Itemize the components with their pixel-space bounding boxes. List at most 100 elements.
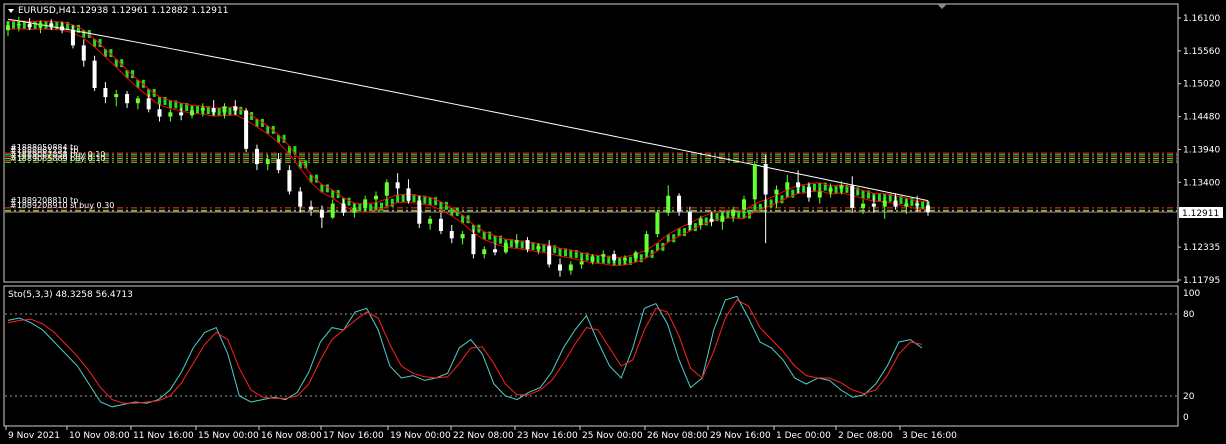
candle-body [850,185,855,208]
candle-body [579,261,584,265]
candle-body [146,98,151,110]
time-tick-label: 26 Nov 08:00 [647,431,708,441]
candle-body [525,240,530,250]
candle-body [254,148,259,165]
candle-body [374,195,378,200]
candle-body [698,218,703,225]
candle-body [742,199,746,210]
current-price-label: 1.12911 [1182,209,1219,219]
candle-body [125,94,130,104]
candle-body [503,243,508,253]
level-100-label: 100 [1183,289,1200,299]
time-tick-label: 3 Dec 16:00 [902,431,957,441]
candle-body [211,108,216,113]
time-tick-label: 10 Nov 08:00 [69,431,130,441]
candle-body [135,98,140,104]
candle-body [449,231,454,239]
candle-body [926,205,930,213]
time-tick-label: 17 Nov 16:00 [323,431,384,441]
level-20-label: 20 [1183,392,1195,402]
time-tick-label: 23 Nov 16:00 [517,431,578,441]
candle-body [222,106,227,113]
mt4-chart[interactable]: EURUSD,H4 1.12938 1.12961 1.12882 1.1291… [0,0,1226,444]
time-tick-label: 19 Nov 00:00 [390,431,451,441]
candle-body [460,234,465,239]
price-tick-label: 1.15560 [1183,47,1220,57]
candle-body [265,159,270,165]
candle-body [514,240,519,244]
level-80-label: 80 [1183,310,1195,320]
candle-body [568,264,573,271]
price-tick-label: 1.13400 [1183,178,1220,188]
candle-body [395,182,400,189]
candle-body [882,200,887,207]
price-tick-label: 1.16100 [1183,14,1220,24]
candle-body [363,199,368,208]
candle-body [915,203,920,206]
candle-body [16,24,21,26]
candle-body [558,264,562,271]
candle-body [60,26,65,31]
candle-body [319,209,324,218]
time-tick-label: 22 Nov 08:00 [453,431,514,441]
candle-body [330,203,335,218]
candle-body [157,109,162,117]
candle-body [752,164,757,200]
candle-body [536,246,541,250]
candle-body [633,252,638,259]
candle-body [92,60,97,88]
price-tick-label: 1.14480 [1183,113,1220,123]
candle-body [677,195,682,212]
candle-body [709,218,714,222]
time-tick-label: 29 Nov 16:00 [710,431,771,441]
time-tick-label: 11 Nov 16:00 [133,431,194,441]
candle-body [612,254,617,261]
candle-body [428,218,433,224]
candle-body [287,170,292,192]
symbol-label: EURUSD,H4 [18,6,71,16]
candle-body [406,188,411,201]
candle-body [114,94,119,98]
candle-body [493,249,498,253]
stochastic-pane[interactable] [3,285,1179,427]
candle-body [839,185,844,189]
price-pane[interactable] [3,3,1179,283]
time-tick-label: 1 Dec 00:00 [776,431,831,441]
candle-body [103,87,108,98]
candle-body [893,200,898,207]
candle-body [352,207,357,213]
ohlc-values: 1.12938 1.12961 1.12882 1.12911 [71,6,228,16]
candle-body [233,106,238,111]
candle-body [547,246,552,265]
candle-body [70,30,75,46]
candle-body [731,209,736,216]
candle-body [796,182,801,188]
price-tick-label: 1.12335 [1183,243,1220,253]
candle-body [482,249,487,255]
candle-body [871,203,876,207]
candle-body [298,191,303,207]
price-tick-label: 1.11795 [1183,276,1220,286]
candle-body [200,108,205,111]
candle-body [49,23,54,27]
order-tag-lower-2: #1889208910 sl buy 0.30 [10,201,114,210]
candle-body [6,25,10,31]
candle-body [471,234,476,255]
candle-body [687,211,692,225]
time-axis[interactable]: 9 Nov 2021 10 Nov 08:00 11 Nov 16:00 15 Nov… [5,426,957,441]
candle-body [38,23,43,28]
level-0-label: 0 [1183,413,1189,423]
stochastic-label: Sto(5,3,3) 48.3258 56.4713 [8,290,133,300]
candle-body [622,258,627,261]
price-axis[interactable]: 1.16100 1.15560 1.15020 1.14480 1.13940 1.134… [1178,14,1220,286]
candle-body [417,200,422,224]
candle-body [590,256,595,262]
candle-body [655,212,660,235]
candle-body [763,164,768,195]
time-tick-label: 15 Nov 00:00 [198,431,259,441]
candle-body [861,203,866,208]
time-tick-label: 25 Nov 00:00 [582,431,643,441]
candle-body [276,159,281,171]
candle-body [309,206,314,210]
time-tick-label: 9 Nov 2021 [8,431,60,441]
